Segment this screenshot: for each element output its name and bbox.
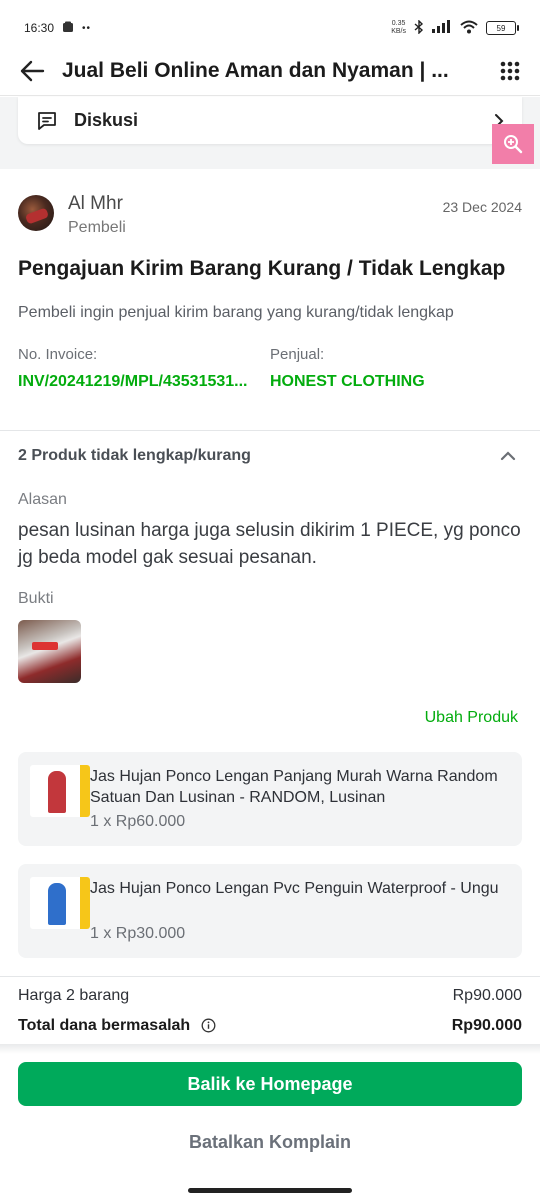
zoom-in-icon (504, 135, 523, 154)
status-time: 16:30 (24, 21, 55, 35)
notification-icon (62, 21, 74, 36)
discussion-area: Diskusi (0, 97, 540, 169)
reason-label: Alasan (18, 491, 67, 508)
product-qty-price: 1 x Rp30.000 (90, 925, 186, 942)
app-header: Jual Beli Online Aman dan Nyaman | ... (0, 46, 540, 96)
arrow-left-icon (20, 60, 45, 81)
status-left: 16:30 •• (24, 21, 91, 36)
items-price-row: Harga 2 barang Rp90.000 (18, 987, 522, 1005)
items-price-label: Harga 2 barang (18, 987, 130, 1004)
change-product-link[interactable]: Ubah Produk (425, 709, 518, 727)
page-title: Jual Beli Online Aman dan Nyaman | ... (62, 58, 449, 82)
bottom-bar-shadow (0, 1044, 540, 1054)
bluetooth-icon (414, 18, 424, 37)
discussion-card[interactable]: Diskusi (18, 97, 522, 144)
products-heading: 2 Produk tidak lengkap/kurang (18, 447, 251, 464)
chevron-up-icon (500, 451, 516, 461)
total-value: Rp90.000 (451, 1017, 522, 1034)
user-row: Al Mhr Pembeli 23 Dec 2024 (18, 193, 522, 243)
product-name: Jas Hujan Ponco Lengan Pvc Penguin Water… (90, 880, 499, 897)
reason-text: pesan lusinan harga juga selusin dikirim… (18, 520, 521, 568)
menu-button[interactable] (496, 57, 524, 85)
seller-link[interactable]: HONEST CLOTHING (270, 373, 520, 391)
product-image (30, 877, 90, 929)
discussion-label: Diskusi (74, 110, 139, 130)
grid-menu-icon (500, 61, 520, 80)
avatar (18, 195, 54, 231)
status-right: 0.35 KB/s 59 (391, 18, 519, 37)
divider (0, 976, 540, 977)
net-speed: 0.35 KB/s (391, 20, 406, 35)
divider (0, 430, 540, 431)
cancel-complaint-button[interactable]: Batalkan Komplain (18, 1122, 522, 1162)
back-to-homepage-button[interactable]: Balik ke Homepage (18, 1062, 522, 1106)
total-row: Total dana bermasalah Rp90.000 (18, 1017, 522, 1035)
complaint-title: Pengajuan Kirim Barang Kurang / Tidak Le… (18, 257, 506, 280)
products-accordion[interactable]: 2 Produk tidak lengkap/kurang (18, 447, 522, 469)
status-dots: •• (82, 22, 92, 34)
product-qty-price: 1 x Rp60.000 (90, 813, 186, 830)
invoice-link[interactable]: INV/20241219/MPL/43531531... (18, 373, 263, 391)
complaint-description: Pembeli ingin penjual kirim barang yang … (18, 304, 454, 321)
seller-label: Penjual: (270, 346, 325, 363)
complaint-date: 23 Dec 2024 (442, 199, 522, 215)
wifi-icon (460, 20, 478, 37)
invoice-label: No. Invoice: (18, 346, 98, 363)
battery-icon: 59 (486, 21, 519, 35)
product-image (30, 765, 90, 817)
chat-icon (38, 111, 56, 130)
home-indicator[interactable] (188, 1188, 352, 1193)
zoom-button[interactable] (492, 124, 534, 164)
back-button[interactable] (16, 55, 48, 87)
product-name: Jas Hujan Ponco Lengan Panjang Murah War… (90, 768, 498, 806)
product-card[interactable]: Jas Hujan Ponco Lengan Pvc Penguin Water… (18, 864, 522, 958)
user-role: Pembeli (68, 219, 126, 236)
signal-icon (432, 20, 452, 36)
product-card[interactable]: Jas Hujan Ponco Lengan Panjang Murah War… (18, 752, 522, 846)
proof-image[interactable] (18, 620, 81, 683)
user-name: Al Mhr (68, 193, 123, 214)
total-label: Total dana bermasalah (18, 1017, 191, 1034)
info-icon[interactable] (201, 1018, 216, 1033)
proof-label: Bukti (18, 590, 54, 607)
items-price-value: Rp90.000 (452, 987, 522, 1004)
